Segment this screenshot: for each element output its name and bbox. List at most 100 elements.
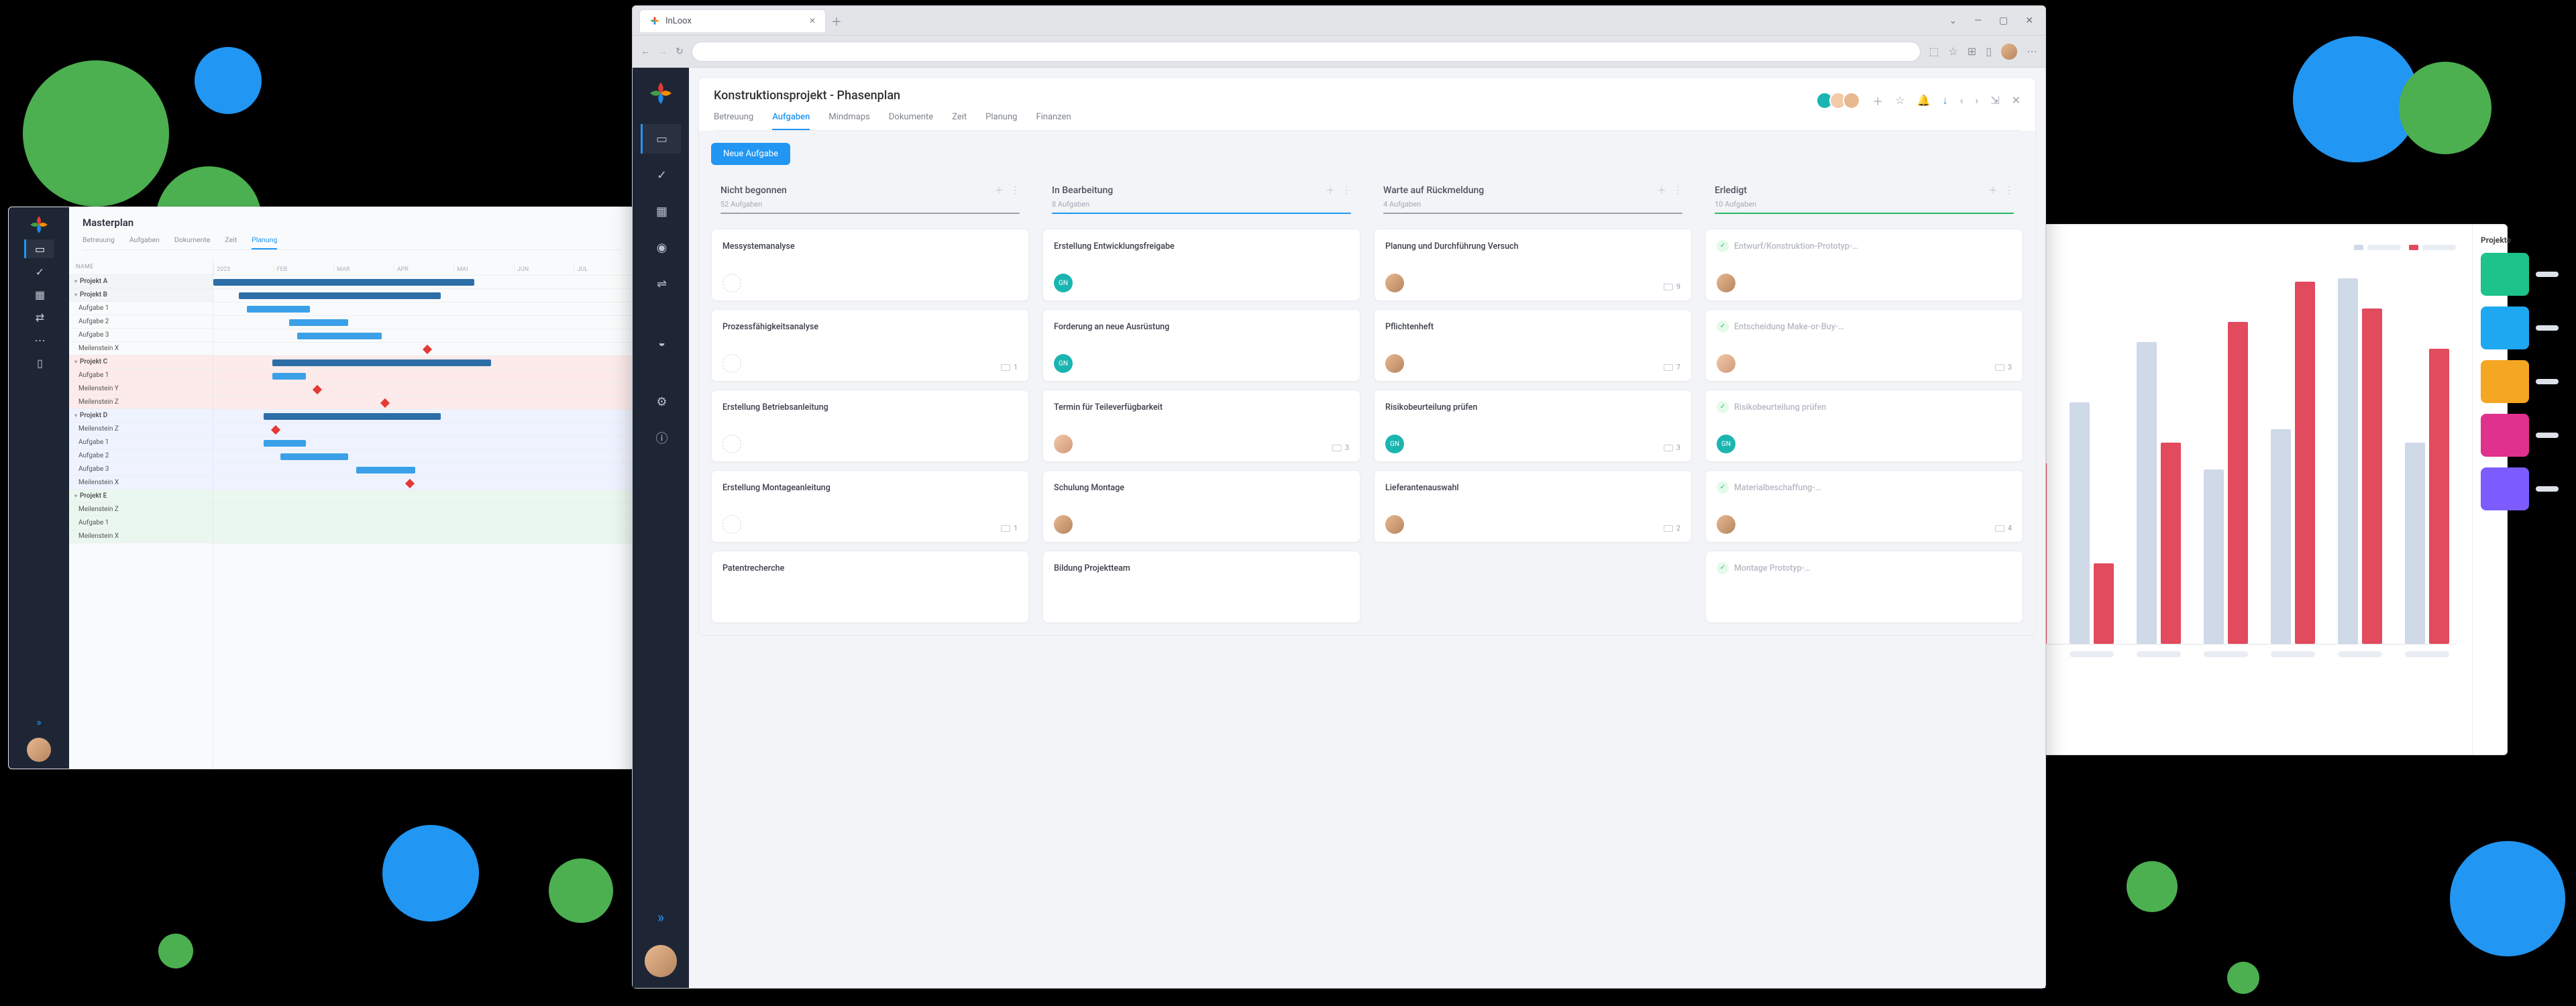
close-window-icon[interactable]: ✕ <box>2025 15 2033 26</box>
task-row[interactable]: Meilenstein X <box>69 530 213 543</box>
collapse-icon[interactable]: ⇲ <box>1990 94 1999 107</box>
project-tile[interactable] <box>2481 306 2559 349</box>
project-tab[interactable]: Planung <box>985 112 1017 130</box>
expand-app-sidebar-icon[interactable]: » <box>633 909 689 926</box>
column-menu-icon[interactable]: ⋮ <box>1342 185 1351 196</box>
next-icon[interactable]: › <box>1975 94 1978 107</box>
project-tile[interactable] <box>2481 414 2559 457</box>
task-row[interactable]: Aufgabe 1 <box>69 436 213 449</box>
nav-board-icon[interactable]: ▦ <box>641 197 681 226</box>
task-row[interactable]: Aufgabe 1 <box>69 516 213 530</box>
kanban-card[interactable]: Erstellung Betriebsanleitung <box>711 390 1029 462</box>
project-tab[interactable]: Betreuung <box>714 112 753 130</box>
task-row[interactable]: Meilenstein Y <box>69 382 213 396</box>
browser-avatar[interactable] <box>2001 44 2017 60</box>
project-tab[interactable]: Zeit <box>952 112 967 130</box>
new-task-button[interactable]: Neue Aufgabe <box>711 143 790 165</box>
task-row[interactable]: Meilenstein X <box>69 476 213 490</box>
task-row[interactable]: Aufgabe 2 <box>69 449 213 463</box>
close-tab-icon[interactable]: ✕ <box>809 16 816 25</box>
gantt-tab[interactable]: Betreuung <box>83 235 115 249</box>
assignee-avatar[interactable]: GN <box>1054 274 1073 292</box>
more-icon[interactable]: ⋯ <box>2027 45 2037 58</box>
task-row[interactable]: Aufgabe 3 <box>69 329 213 342</box>
project-tile[interactable] <box>2481 360 2559 403</box>
nav-pin-icon[interactable]: ◒ <box>641 328 681 357</box>
nav-user-icon[interactable]: ◉ <box>641 233 681 262</box>
assignee-avatar[interactable] <box>1717 274 1735 292</box>
forward-icon[interactable]: → <box>658 46 667 57</box>
assignee-avatar[interactable] <box>1385 354 1404 373</box>
nav-projects-icon[interactable]: ▦ <box>24 285 54 304</box>
project-row[interactable]: ▾Projekt C <box>69 355 213 369</box>
nav-gear-icon[interactable]: ⚙ <box>641 387 681 416</box>
back-icon[interactable]: ← <box>641 46 650 57</box>
project-tab[interactable]: Aufgaben <box>772 112 810 130</box>
nav-group-icon[interactable]: ⇌ <box>641 269 681 298</box>
task-row[interactable]: Aufgabe 3 <box>69 463 213 476</box>
column-menu-icon[interactable]: ⋮ <box>1010 185 1020 196</box>
project-row[interactable]: ▾Projekt E <box>69 490 213 503</box>
kanban-card[interactable]: Pflichtenheft7 <box>1374 309 1692 382</box>
download-icon[interactable]: ↓ <box>1943 94 1948 107</box>
bell-icon[interactable]: 🔔 <box>1917 94 1931 107</box>
nav-check-icon[interactable]: ✓ <box>641 160 681 190</box>
kanban-card[interactable]: ✓Materialbeschaffung-…4 <box>1705 470 2023 543</box>
kanban-card[interactable]: Messystemanalyse <box>711 229 1029 301</box>
browser-tab[interactable]: InLoox ✕ <box>639 9 826 32</box>
project-tab[interactable]: Dokumente <box>889 112 933 130</box>
minimize-icon[interactable]: — <box>1974 15 1982 26</box>
extensions-icon[interactable]: ⊞ <box>1968 45 1976 58</box>
nav-tasks-icon[interactable]: ✓ <box>24 262 54 281</box>
kanban-card[interactable]: ✓Montage Prototyp-… <box>1705 551 2023 623</box>
gantt-tab[interactable]: Planung <box>252 235 277 249</box>
project-row[interactable]: ▾Projekt D <box>69 409 213 423</box>
kanban-card[interactable]: ✓Risikobeurteilung prüfenGN <box>1705 390 2023 462</box>
kanban-card[interactable]: Erstellung EntwicklungsfreigabeGN <box>1042 229 1360 301</box>
kanban-card[interactable]: Erstellung Montageanleitung1 <box>711 470 1029 543</box>
reload-icon[interactable]: ↻ <box>676 46 684 57</box>
gantt-tab[interactable]: Zeit <box>225 235 237 249</box>
project-row[interactable]: ▾Projekt B <box>69 288 213 302</box>
nav-docs-icon[interactable]: ▯ <box>24 353 54 372</box>
kanban-card[interactable]: Schulung Montage <box>1042 470 1360 543</box>
project-tile[interactable] <box>2481 253 2559 296</box>
assignee-empty-icon[interactable] <box>722 274 741 292</box>
assignee-empty-icon[interactable] <box>722 515 741 534</box>
nav-people-icon[interactable]: ⇄ <box>24 308 54 327</box>
project-tab[interactable]: Finanzen <box>1036 112 1071 130</box>
kanban-card[interactable]: Patentrecherche <box>711 551 1029 623</box>
kanban-card[interactable]: Planung und Durchführung Versuch9 <box>1374 229 1692 301</box>
maximize-icon[interactable]: ▢ <box>1999 15 2008 26</box>
close-panel-icon[interactable]: ✕ <box>2012 94 2021 107</box>
project-avatars[interactable] <box>1820 92 1860 109</box>
new-tab-button[interactable]: ＋ <box>831 13 842 29</box>
kanban-card[interactable]: Termin für Teileverfügbarkeit3 <box>1042 390 1360 462</box>
add-card-icon[interactable]: ＋ <box>1988 184 1998 197</box>
assignee-avatar[interactable] <box>1054 435 1073 453</box>
add-card-icon[interactable]: ＋ <box>994 184 1004 197</box>
user-avatar[interactable] <box>27 738 51 762</box>
assignee-avatar[interactable]: GN <box>1054 354 1073 373</box>
assignee-avatar[interactable] <box>1385 515 1404 534</box>
add-card-icon[interactable]: ＋ <box>1657 184 1666 197</box>
nav-briefcase-icon[interactable]: ▭ <box>641 124 681 154</box>
project-tile[interactable] <box>2481 467 2559 510</box>
task-row[interactable]: Aufgabe 1 <box>69 302 213 315</box>
kanban-card[interactable]: Forderung an neue AusrüstungGN <box>1042 309 1360 382</box>
column-menu-icon[interactable]: ⋮ <box>2004 185 2014 196</box>
kanban-card[interactable]: Prozessfähigkeitsanalyse1 <box>711 309 1029 382</box>
task-row[interactable]: Aufgabe 1 <box>69 369 213 382</box>
kanban-card[interactable]: ✓Entwurf/Konstruktion-Prototyp-… <box>1705 229 2023 301</box>
column-menu-icon[interactable]: ⋮ <box>1673 185 1682 196</box>
task-row[interactable]: Meilenstein X <box>69 342 213 355</box>
menu-icon[interactable]: ⌄ <box>1949 15 1957 26</box>
favorite-icon[interactable]: ☆ <box>1948 45 1957 58</box>
nav-dashboard-icon[interactable]: ▭ <box>24 239 54 258</box>
assignee-avatar[interactable]: GN <box>1385 435 1404 453</box>
project-tab[interactable]: Mindmaps <box>828 112 870 130</box>
prev-icon[interactable]: ‹ <box>1960 94 1964 107</box>
task-row[interactable]: Meilenstein Z <box>69 503 213 516</box>
assignee-avatar[interactable]: GN <box>1717 435 1735 453</box>
url-input[interactable] <box>692 42 1921 62</box>
